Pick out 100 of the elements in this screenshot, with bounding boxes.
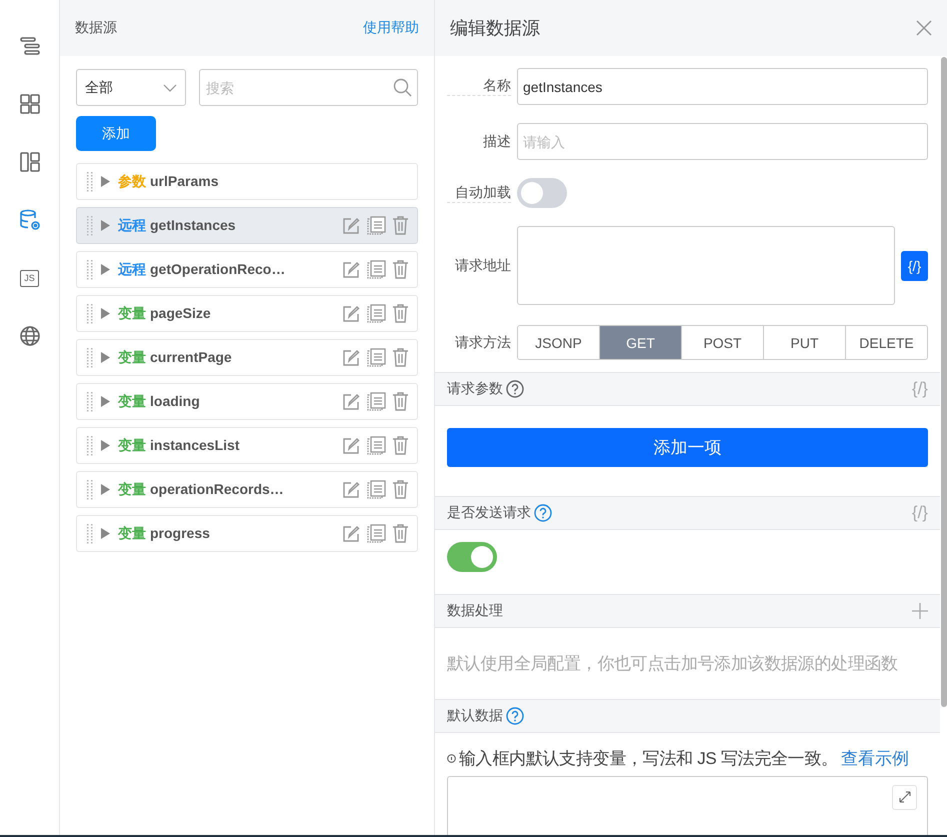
data-source-item[interactable]: 变量 currentPage xyxy=(76,339,418,376)
section-title: 默认数据 xyxy=(447,706,503,725)
section-title: 数据处理 xyxy=(447,602,503,620)
copy-icon[interactable] xyxy=(367,260,386,279)
expand-caret-icon[interactable] xyxy=(101,176,110,187)
drag-handle-icon[interactable] xyxy=(87,172,93,192)
method-option[interactable]: DELETE xyxy=(845,326,927,359)
data-source-label: 远程 getInstances xyxy=(118,216,237,234)
expand-caret-icon[interactable] xyxy=(101,308,110,319)
expand-caret-icon[interactable] xyxy=(101,264,110,275)
edit-icon[interactable] xyxy=(342,480,361,499)
expand-caret-icon[interactable] xyxy=(101,396,110,407)
data-source-label: 变量 progress xyxy=(118,524,211,542)
data-source-item[interactable]: 变量 progress xyxy=(76,515,418,552)
drag-handle-icon[interactable] xyxy=(87,304,93,324)
search-field[interactable]: 搜索 xyxy=(199,69,418,106)
chevron-down-icon xyxy=(163,84,177,92)
auto-load-switch[interactable] xyxy=(517,178,567,208)
description-field[interactable]: 请输入 xyxy=(517,123,928,160)
drag-handle-icon[interactable] xyxy=(87,524,93,544)
copy-icon[interactable] xyxy=(367,524,386,543)
field-label: 请求方法 xyxy=(454,334,511,352)
data-source-item[interactable]: 变量 instancesList xyxy=(76,427,418,464)
example-link[interactable]: 查看示例 xyxy=(840,746,909,770)
data-source-item[interactable]: 变量 pageSize xyxy=(76,295,418,332)
delete-icon[interactable] xyxy=(392,260,409,279)
expand-caret-icon[interactable] xyxy=(101,352,110,363)
data-source-label: 变量 currentPage xyxy=(118,348,233,366)
expand-caret-icon[interactable] xyxy=(101,528,110,539)
info-icon xyxy=(447,754,456,763)
expand-icon[interactable] xyxy=(892,784,917,810)
delete-icon[interactable] xyxy=(392,392,409,411)
data-source-item[interactable]: 参数 urlParams xyxy=(76,163,418,200)
editor-title: 编辑数据源 xyxy=(450,17,540,40)
edit-icon[interactable] xyxy=(342,260,361,279)
data-source-label: 远程 getOperationReco… xyxy=(118,260,286,278)
send-request-switch[interactable] xyxy=(447,542,497,572)
field-label: 请求地址 xyxy=(454,256,511,274)
drag-handle-icon[interactable] xyxy=(87,216,93,236)
add-button[interactable]: 添加 xyxy=(76,116,156,151)
copy-icon[interactable] xyxy=(367,436,386,455)
section-title: 请求参数 xyxy=(447,380,503,398)
note-text: 输入框内默认支持变量，写法和 JS 写法完全一致。 xyxy=(459,748,838,770)
delete-icon[interactable] xyxy=(392,436,409,455)
field-label: 自动加载 xyxy=(447,184,511,202)
drag-handle-icon[interactable] xyxy=(87,260,93,280)
drag-handle-icon[interactable] xyxy=(87,348,93,368)
edit-icon[interactable] xyxy=(342,216,361,235)
plus-icon[interactable] xyxy=(912,602,928,619)
delete-icon[interactable] xyxy=(392,480,409,499)
panel-title: 数据源 xyxy=(75,19,117,37)
delete-icon[interactable] xyxy=(392,216,409,235)
filter-select[interactable]: 全部 xyxy=(76,69,186,106)
hint-text: 默认使用全局配置，你也可点击加号添加该数据源的处理函数 xyxy=(446,652,899,675)
drag-handle-icon[interactable] xyxy=(87,480,93,500)
outline-icon xyxy=(18,34,42,58)
data-source-item[interactable]: 变量 loading xyxy=(76,383,418,420)
delete-icon[interactable] xyxy=(392,348,409,367)
copy-icon[interactable] xyxy=(367,304,386,323)
data-source-item[interactable]: 变量 operationRecords… xyxy=(76,471,418,508)
close-icon[interactable] xyxy=(916,20,932,36)
data-source-label: 参数 urlParams xyxy=(118,172,220,190)
edit-icon[interactable] xyxy=(342,436,361,455)
scrollbar[interactable] xyxy=(941,57,947,707)
copy-icon[interactable] xyxy=(367,392,386,411)
help-icon[interactable] xyxy=(534,504,552,522)
expand-caret-icon[interactable] xyxy=(101,220,110,231)
edit-icon[interactable] xyxy=(342,392,361,411)
edit-icon[interactable] xyxy=(342,304,361,323)
drag-handle-icon[interactable] xyxy=(87,436,93,456)
help-icon[interactable] xyxy=(506,706,524,725)
delete-icon[interactable] xyxy=(392,304,409,323)
expand-caret-icon[interactable] xyxy=(101,484,110,495)
sidebar-tab[interactable]: JS xyxy=(12,260,48,296)
code-mode-button[interactable]: {/} xyxy=(901,250,928,280)
method-option[interactable]: GET xyxy=(599,326,681,359)
data-source-item[interactable]: 远程 getInstances xyxy=(76,207,418,244)
drag-handle-icon[interactable] xyxy=(87,392,93,412)
add-item-button[interactable]: 添加一项 xyxy=(447,428,928,468)
data-source-label: 变量 operationRecords… xyxy=(118,480,285,498)
field-label: 名称 xyxy=(447,77,511,96)
js-icon: JS xyxy=(20,270,39,286)
url-field[interactable] xyxy=(517,226,895,305)
layout-icon xyxy=(18,150,42,174)
delete-icon[interactable] xyxy=(392,524,409,543)
globe-icon xyxy=(18,324,42,348)
data-source-item[interactable]: 远程 getOperationReco… xyxy=(76,251,418,288)
data-source-label: 变量 loading xyxy=(118,392,201,410)
data-source-label: 变量 instancesList xyxy=(118,436,240,454)
help-icon[interactable] xyxy=(506,380,524,398)
copy-icon[interactable] xyxy=(367,348,386,367)
search-icon xyxy=(393,78,412,97)
copy-icon[interactable] xyxy=(367,480,386,499)
data-source-label: 变量 pageSize xyxy=(118,304,212,322)
expand-caret-icon[interactable] xyxy=(101,440,110,451)
copy-icon[interactable] xyxy=(367,216,386,235)
edit-icon[interactable] xyxy=(342,524,361,543)
database-gear-icon xyxy=(18,208,42,232)
edit-icon[interactable] xyxy=(342,348,361,367)
name-field[interactable]: getInstances xyxy=(517,68,928,105)
